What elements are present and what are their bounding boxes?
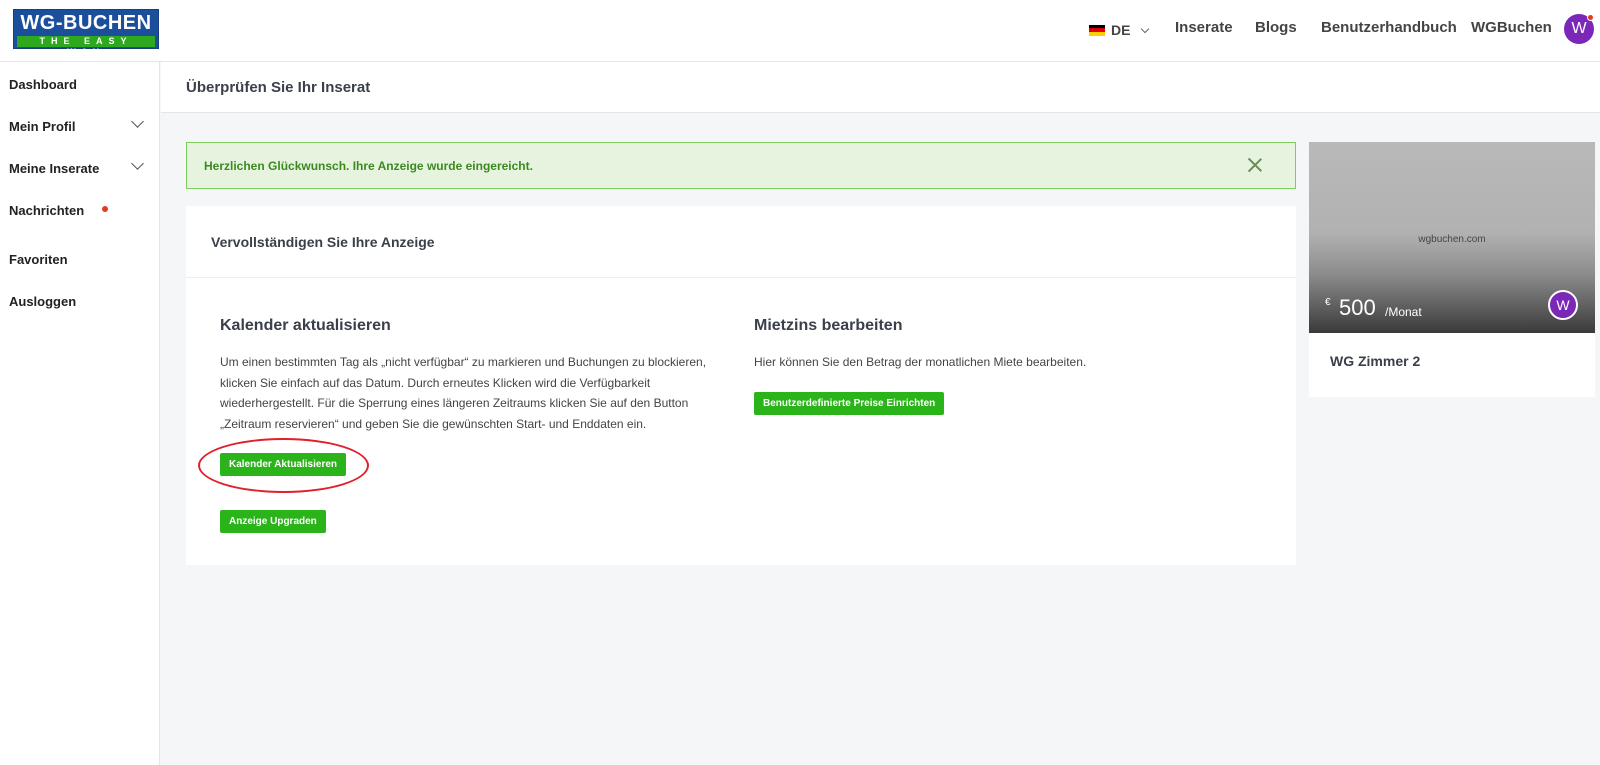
- highlight-ellipse: [198, 438, 369, 493]
- custom-prices-button[interactable]: Benutzerdefinierte Preise Einrichten: [754, 392, 945, 415]
- close-icon[interactable]: [1247, 157, 1263, 173]
- sidebar-item-mein-profil[interactable]: Mein Profil: [9, 119, 75, 134]
- page-title: Überprüfen Sie Ihr Inserat: [186, 79, 371, 96]
- language-selector[interactable]: DE: [1089, 20, 1150, 40]
- image-watermark: wgbuchen.com: [1418, 234, 1486, 245]
- price-unit: /Monat: [1385, 305, 1422, 319]
- chevron-down-icon[interactable]: [131, 157, 144, 170]
- sidebar-item-dashboard[interactable]: Dashboard: [9, 77, 77, 92]
- calendar-description-line: wiederhergestellt. Für die Sperrung eine…: [220, 396, 689, 410]
- wg-buchen-logo[interactable]: WG-BUCHEN THE EASY WAY: [13, 9, 159, 57]
- listing-preview-card[interactable]: wgbuchen.com € 500 /Monat W WG Zimmer 2: [1309, 142, 1595, 397]
- top-header: WG-BUCHEN THE EASY WAY DE Inserate Blogs…: [0, 0, 1600, 62]
- sidebar: Dashboard Mein Profil Meine Inserate Nac…: [0, 62, 160, 765]
- sidebar-item-ausloggen[interactable]: Ausloggen: [9, 294, 76, 309]
- german-flag-icon: [1089, 24, 1105, 36]
- unread-dot: [102, 206, 108, 212]
- nav-benutzerhandbuch[interactable]: Benutzerhandbuch: [1321, 19, 1457, 36]
- nav-wgbuchen[interactable]: WGBuchen: [1471, 19, 1552, 36]
- card-title: Vervollständigen Sie Ihre Anzeige: [211, 234, 435, 250]
- nav-blogs[interactable]: Blogs: [1255, 19, 1297, 36]
- calendar-description-line: „Zeitraum reservieren“ und geben Sie die…: [220, 416, 647, 431]
- sidebar-item-nachrichten[interactable]: Nachrichten: [9, 203, 84, 218]
- calendar-description-line: Um einen bestimmten Tag als „nicht verfü…: [220, 355, 707, 369]
- logo-wordmark: WG-BUCHEN: [20, 12, 152, 34]
- alert-message: Herzlichen Glückwunsch. Ihre Anzeige wur…: [204, 159, 533, 173]
- nav-inserate[interactable]: Inserate: [1175, 19, 1233, 36]
- sidebar-item-favoriten[interactable]: Favoriten: [9, 252, 68, 267]
- calendar-description: Um einen bestimmten Tag als „nicht verfü…: [220, 352, 720, 434]
- notification-dot: [1587, 14, 1594, 21]
- rent-section-title: Mietzins bearbeiten: [754, 317, 903, 334]
- sidebar-item-meine-inserate[interactable]: Meine Inserate: [9, 161, 99, 176]
- chevron-down-icon: [1141, 24, 1150, 33]
- price-currency: €: [1325, 297, 1331, 308]
- calendar-description-line: klicken Sie einfach auf das Datum. Durch…: [220, 375, 651, 390]
- success-alert: Herzlichen Glückwunsch. Ihre Anzeige wur…: [186, 142, 1296, 189]
- upgrade-listing-button[interactable]: Anzeige Upgraden: [220, 510, 326, 533]
- listing-name[interactable]: WG Zimmer 2: [1330, 353, 1420, 369]
- chevron-down-icon[interactable]: [131, 115, 144, 128]
- rent-description: Hier können Sie den Betrag der monatlich…: [754, 355, 1087, 369]
- price-value: 500: [1339, 295, 1376, 320]
- logo-tagline: THE EASY WAY: [17, 36, 155, 57]
- language-label: DE: [1111, 22, 1131, 38]
- listing-image[interactable]: wgbuchen.com € 500 /Monat W: [1309, 142, 1595, 333]
- card-header: Vervollständigen Sie Ihre Anzeige: [186, 206, 1296, 278]
- owner-avatar[interactable]: W: [1548, 290, 1578, 320]
- calendar-section-title: Kalender aktualisieren: [220, 317, 391, 334]
- complete-listing-card: Vervollständigen Sie Ihre Anzeige Kalend…: [186, 206, 1296, 565]
- page-title-bar: Überprüfen Sie Ihr Inserat: [161, 62, 1600, 113]
